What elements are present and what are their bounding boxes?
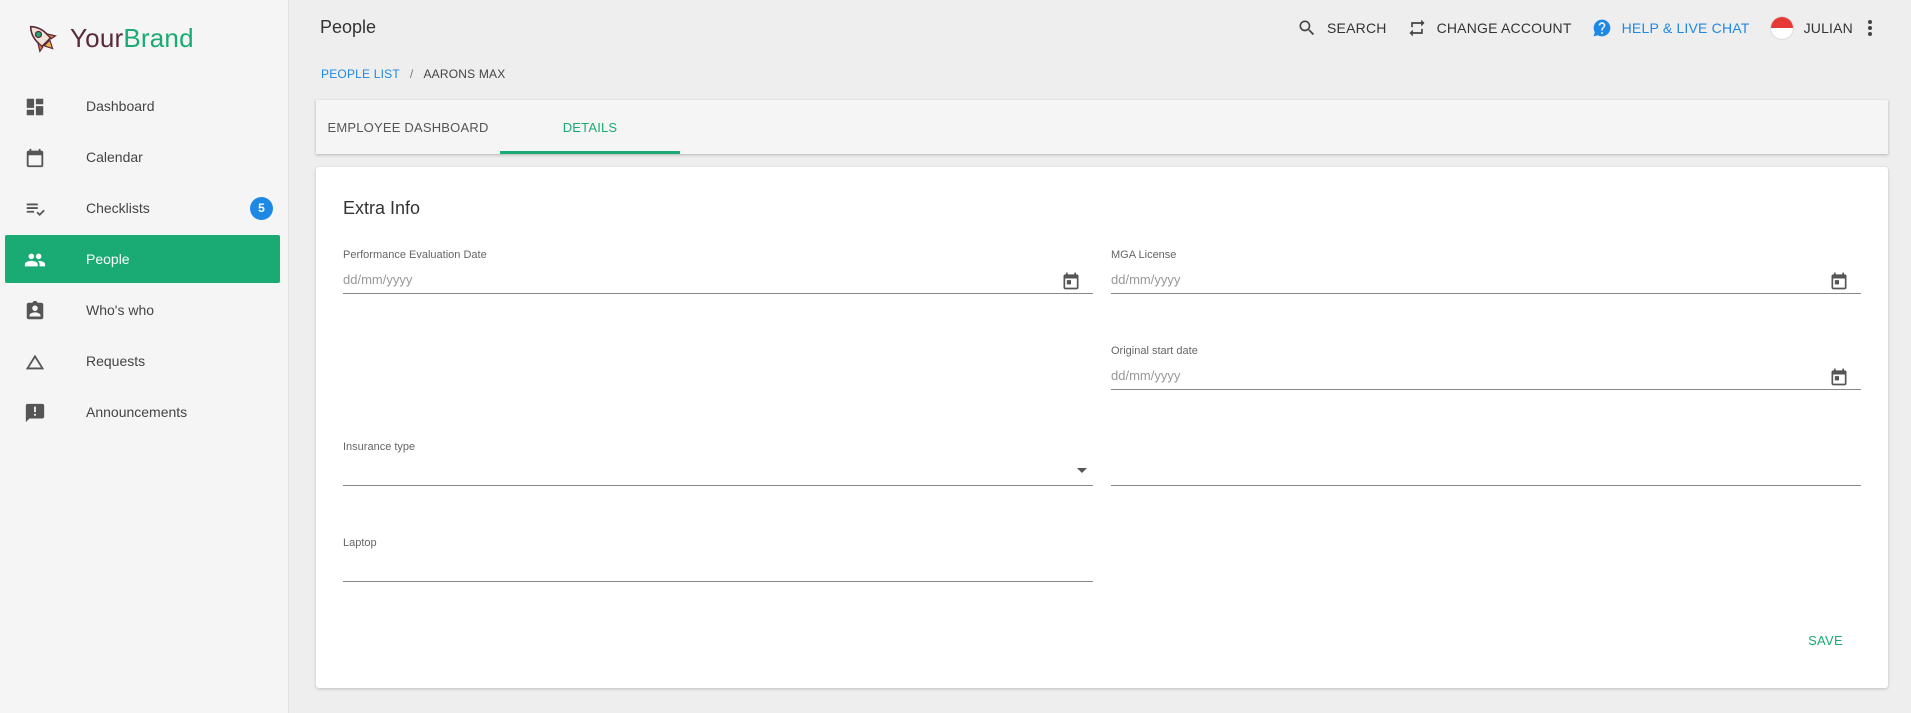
page-title: People — [320, 17, 377, 37]
sidebar-item-dashboard[interactable]: Dashboard — [5, 82, 280, 130]
search-icon — [1299, 20, 1315, 36]
brand-name: YourBrand — [70, 23, 194, 54]
calendar-icon[interactable] — [1061, 271, 1081, 291]
performance-evaluation-date-input[interactable] — [343, 266, 1093, 294]
triangle-icon — [24, 351, 46, 373]
calendar-icon[interactable] — [1829, 271, 1849, 291]
help-icon — [1593, 19, 1610, 37]
checklist-icon — [24, 198, 46, 220]
breadcrumb-current: AARONS MAX — [423, 67, 506, 81]
chevron-down-icon[interactable] — [1077, 468, 1087, 473]
breadcrumb-people-list-link[interactable]: PEOPLE LIST — [321, 67, 400, 81]
calendar-icon[interactable] — [1829, 367, 1849, 387]
brand-name-part2: Brand — [123, 22, 194, 53]
checklists-count-badge: 5 — [250, 196, 273, 220]
performance-evaluation-date-field: Performance Evaluation Date — [343, 249, 1093, 303]
search-button[interactable]: SEARCH — [1297, 18, 1387, 38]
breadcrumb: PEOPLE LIST / AARONS MAX — [321, 67, 505, 81]
swap-icon — [1409, 19, 1425, 37]
sidebar-item-label: People — [86, 251, 130, 267]
tab-employee-dashboard[interactable]: EMPLOYEE DASHBOARD — [316, 100, 500, 154]
user-name: JULIAN — [1803, 20, 1853, 36]
sidebar-item-label: Calendar — [86, 149, 143, 165]
contact-card-icon — [24, 300, 46, 322]
sidebar-item-people[interactable]: People — [5, 235, 280, 283]
sidebar-item-label: Checklists — [86, 200, 150, 216]
change-account-button[interactable]: CHANGE ACCOUNT — [1407, 18, 1572, 38]
mga-license-input[interactable] — [1111, 266, 1861, 294]
help-live-chat-button[interactable]: HELP & LIVE CHAT — [1592, 18, 1750, 38]
sidebar-item-label: Requests — [86, 353, 146, 369]
laptop-field: Laptop — [343, 537, 1093, 591]
sidebar-item-label: Who's who — [86, 302, 155, 318]
breadcrumb-separator: / — [409, 67, 414, 81]
dashboard-icon — [24, 96, 46, 118]
sidebar-nav: Dashboard Calendar Checklists 5 People W… — [5, 82, 280, 439]
sidebar-item-announcements[interactable]: Announcements — [5, 388, 280, 436]
unlabeled-text-input[interactable] — [1111, 458, 1861, 486]
change-account-label: CHANGE ACCOUNT — [1436, 20, 1572, 36]
sidebar-item-label: Dashboard — [86, 98, 155, 114]
sidebar-item-checklists[interactable]: Checklists 5 — [5, 184, 280, 232]
tab-bar: EMPLOYEE DASHBOARD DETAILS — [316, 100, 1888, 154]
unlabeled-text-field — [1111, 441, 1861, 495]
extra-info-card: Extra Info Performance Evaluation Date M… — [316, 167, 1888, 688]
sidebar-item-whos-who[interactable]: Who's who — [5, 286, 280, 334]
original-start-date-field: Original start date — [1111, 345, 1861, 399]
brand-logo-link[interactable]: YourBrand — [22, 18, 194, 58]
people-icon — [24, 249, 46, 271]
save-button[interactable]: SAVE — [1808, 633, 1843, 648]
help-label: HELP & LIVE CHAT — [1621, 20, 1750, 36]
field-label: Insurance type — [343, 441, 416, 453]
sidebar-item-calendar[interactable]: Calendar — [5, 133, 280, 181]
field-label: MGA License — [1111, 249, 1177, 261]
tab-details[interactable]: DETAILS — [500, 100, 680, 154]
sidebar-item-label: Announcements — [86, 404, 188, 420]
insurance-type-field: Insurance type — [343, 441, 1093, 495]
card-title: Extra Info — [343, 198, 421, 218]
original-start-date-input[interactable] — [1111, 362, 1861, 390]
brand-name-part1: Your — [70, 22, 124, 53]
top-toolbar: SEARCH CHANGE ACCOUNT HELP & LIVE CHAT J… — [1277, 14, 1873, 42]
calendar-icon — [24, 147, 46, 169]
field-label: Laptop — [343, 537, 377, 549]
insurance-type-select[interactable] — [343, 458, 1093, 486]
announcement-icon — [24, 402, 46, 424]
search-button-label: SEARCH — [1327, 20, 1387, 36]
field-label: Original start date — [1111, 345, 1198, 357]
avatar — [1769, 16, 1794, 40]
field-label: Performance Evaluation Date — [343, 249, 487, 261]
sidebar: YourBrand Dashboard Calendar Checklists … — [0, 0, 289, 713]
user-menu-button[interactable]: JULIAN — [1769, 16, 1853, 40]
mga-license-field: MGA License — [1111, 249, 1861, 303]
rocket-logo-icon — [29, 25, 57, 53]
laptop-input[interactable] — [343, 554, 1093, 582]
more-options-icon[interactable] — [1867, 18, 1873, 38]
sidebar-item-requests[interactable]: Requests — [5, 337, 280, 385]
